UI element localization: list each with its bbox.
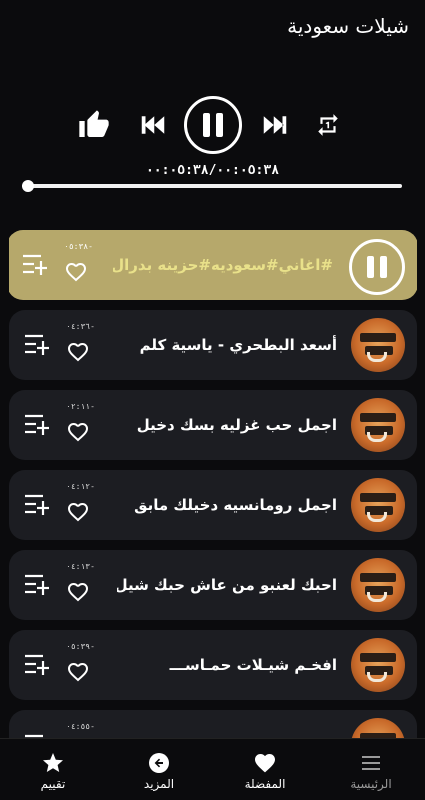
time-readout: ٠٠:٠٥:٣٨/٠٠:٠٥:٣٨ <box>145 163 280 178</box>
repeat-one-icon <box>318 114 338 136</box>
track-title: اجمل حب غزليه بسك دخيل <box>136 416 337 434</box>
track-title: احبك لعنبو من عاش حبك شيل <box>117 576 337 594</box>
skip-previous-icon <box>141 116 165 134</box>
track-duration: ٠٤:١٣- <box>66 562 95 571</box>
nav-home-label: الرئيسية <box>350 777 392 791</box>
track-item[interactable]: اجمل رومانسيه دخيلك مابق ٠٤:١٢- <box>9 470 417 540</box>
track-list: #اغاني#سعوديه#حزينه بدرال ٠٥:٣٨- أسعد البط… <box>9 230 417 740</box>
playlist-add-icon[interactable] <box>23 332 51 358</box>
track-item[interactable]: افخـم شيـلات حمـاســـ ٠٥:٣٩- <box>9 630 417 700</box>
playlist-add-icon[interactable] <box>21 252 49 278</box>
track-thumbnail <box>351 318 405 372</box>
heart-outline-icon[interactable] <box>65 500 91 524</box>
track-item-active[interactable]: #اغاني#سعوديه#حزينه بدرال ٠٥:٣٨- <box>9 230 417 300</box>
heart-outline-icon[interactable] <box>65 580 91 604</box>
pause-icon <box>203 113 223 137</box>
repeat-button[interactable] <box>313 110 343 140</box>
track-title: اجمل رومانسيه دخيلك مابق <box>134 496 337 514</box>
playlist-add-icon[interactable] <box>23 652 51 678</box>
track-duration: ٠٤:٥٥- <box>66 722 95 731</box>
nav-more[interactable]: المزيد <box>106 739 212 800</box>
track-title <box>117 710 337 740</box>
track-item[interactable]: أسعد البطحري - ياسية كلم ٠٤:٣٦- <box>9 310 417 380</box>
heart-outline-icon[interactable] <box>65 340 91 364</box>
track-title: افخـم شيـلات حمـاســـ <box>169 656 337 674</box>
playlist-add-icon[interactable] <box>23 412 51 438</box>
bottom-nav: تقييم المزيد المفضلة الرئيسية <box>0 738 425 800</box>
track-title: أسعد البطحري - ياسية كلم <box>139 336 337 354</box>
track-item[interactable]: احبك لعنبو من عاش حبك شيل ٠٤:١٣- <box>9 550 417 620</box>
track-thumbnail <box>351 398 405 452</box>
track-thumbnail <box>351 718 405 740</box>
track-item[interactable]: ٠٤:٥٥- <box>9 710 417 740</box>
next-button[interactable] <box>256 108 294 142</box>
arrow-left-circle-icon <box>149 753 169 773</box>
nav-rate-label: تقييم <box>40 777 66 791</box>
track-duration: ٠٤:٣٦- <box>66 322 95 331</box>
like-button[interactable] <box>76 108 112 142</box>
play-pause-button[interactable] <box>184 96 242 154</box>
nav-rate[interactable]: تقييم <box>0 739 106 800</box>
star-icon <box>43 753 63 772</box>
track-thumbnail <box>351 478 405 532</box>
seek-track <box>22 184 402 188</box>
heart-outline-icon[interactable] <box>65 420 91 444</box>
playlist-add-icon[interactable] <box>23 492 51 518</box>
app-title: شيلات سعودية <box>287 14 409 38</box>
track-duration: ٠٢:١١- <box>66 402 95 411</box>
track-title: #اغاني#سعوديه#حزينه بدرال <box>113 256 333 274</box>
track-pause-button[interactable] <box>349 239 405 295</box>
heart-outline-icon[interactable] <box>65 660 91 684</box>
nav-favorites-label: المفضلة <box>244 777 286 791</box>
nav-favorites[interactable]: المفضلة <box>212 739 318 800</box>
skip-next-icon <box>263 116 287 134</box>
track-duration: ٠٥:٣٨- <box>64 242 93 251</box>
track-duration: ٠٥:٣٩- <box>66 642 95 651</box>
player-controls <box>0 96 425 154</box>
seek-thumb[interactable] <box>22 180 34 192</box>
track-thumbnail <box>351 558 405 612</box>
nav-home[interactable]: الرئيسية <box>318 739 424 800</box>
menu-icon <box>362 756 380 770</box>
previous-button[interactable] <box>134 108 172 142</box>
playlist-add-icon[interactable] <box>23 572 51 598</box>
seek-bar[interactable] <box>22 180 402 192</box>
track-item[interactable]: اجمل حب غزليه بسك دخيل ٠٢:١١- <box>9 390 417 460</box>
track-thumbnail <box>351 638 405 692</box>
track-duration: ٠٤:١٢- <box>66 482 95 491</box>
heart-icon <box>255 754 275 773</box>
nav-more-label: المزيد <box>143 777 175 791</box>
thumbs-up-icon <box>79 110 109 137</box>
heart-outline-icon[interactable] <box>63 260 89 284</box>
